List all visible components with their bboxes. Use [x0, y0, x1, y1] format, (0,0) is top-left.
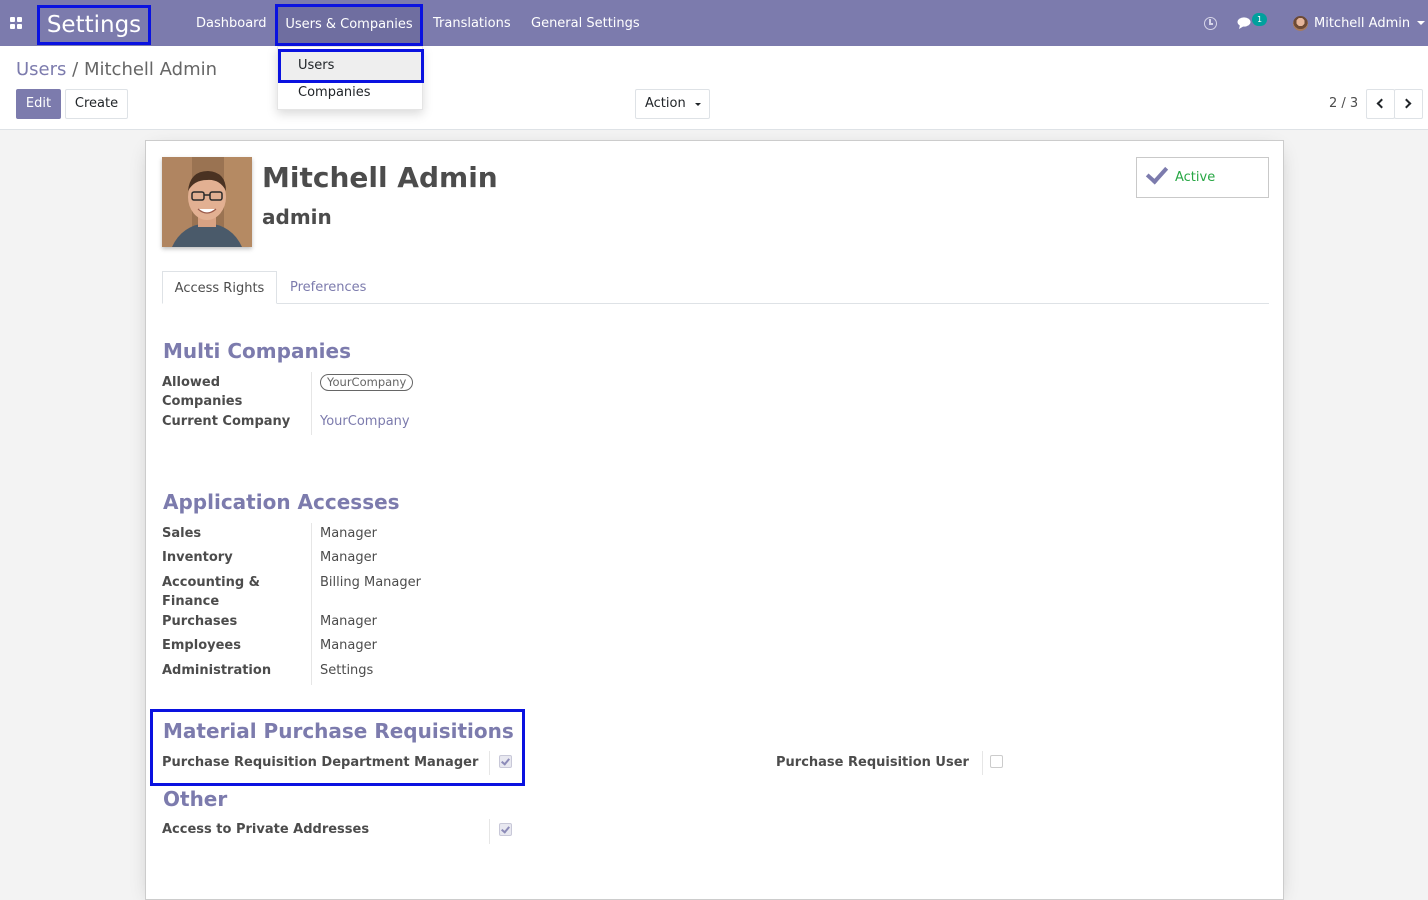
menu-general-settings[interactable]: General Settings [531, 0, 640, 46]
purchases-value[interactable]: Manager [320, 614, 377, 629]
chat-count-badge: 1 [1252, 13, 1267, 26]
activity-clock-icon[interactable] [1204, 17, 1217, 30]
user-login: admin [262, 205, 332, 229]
user-name-heading: Mitchell Admin [262, 161, 498, 194]
employees-label: Employees [162, 638, 241, 653]
top-navbar: Settings Dashboard Users & Companies Tra… [0, 0, 1428, 46]
dropdown-item-companies[interactable]: Companies [298, 85, 371, 100]
tab-preferences[interactable]: Preferences [290, 271, 366, 304]
application-accesses-title: Application Accesses [163, 490, 400, 514]
other-title: Other [163, 787, 228, 811]
form-sheet: Mitchell Admin admin Active Access Right… [145, 140, 1284, 900]
user-avatar[interactable] [1293, 16, 1308, 31]
breadcrumb: Users / Mitchell Admin [16, 59, 217, 80]
administration-value[interactable]: Settings [320, 663, 373, 678]
private-addresses-label: Access to Private Addresses [162, 822, 370, 837]
accounting-value[interactable]: Billing Manager [320, 575, 421, 590]
field-divider [489, 819, 490, 844]
accounting-label: Accounting & Finance [162, 575, 261, 609]
create-button[interactable]: Create [65, 89, 128, 119]
inventory-label: Inventory [162, 550, 233, 565]
user-photo[interactable] [162, 157, 252, 247]
chevron-left-icon [1376, 98, 1387, 109]
tab-access-rights[interactable]: Access Rights [162, 271, 277, 304]
dropdown-item-users[interactable]: Users [278, 49, 424, 83]
highlight-annotation-box [150, 709, 525, 786]
apps-grid-icon[interactable] [10, 17, 22, 29]
user-menu-name[interactable]: Mitchell Admin [1314, 0, 1410, 48]
control-panel: Users / Mitchell Admin Edit Create Actio… [0, 46, 1428, 130]
active-toggle-button[interactable]: Active [1136, 157, 1269, 198]
sales-label: Sales [162, 526, 202, 541]
chevron-right-icon [1401, 98, 1412, 109]
field-divider [311, 372, 312, 435]
allowed-companies-label: Allowed Companies [162, 375, 243, 409]
requisition-user-label: Purchase Requisition User [776, 755, 969, 770]
sales-value[interactable]: Manager [320, 526, 377, 541]
breadcrumb-users-link[interactable]: Users [16, 59, 66, 80]
current-company-link[interactable]: YourCompany [320, 414, 410, 429]
allowed-company-tag[interactable]: YourCompany [320, 374, 414, 391]
administration-label: Administration [162, 663, 272, 678]
employees-value[interactable]: Manager [320, 638, 377, 653]
caret-down-icon [695, 103, 701, 106]
users-companies-dropdown: Users Companies [277, 46, 424, 110]
pager-next-button[interactable] [1394, 89, 1423, 119]
pager-previous-button[interactable] [1366, 89, 1395, 119]
multi-companies-title: Multi Companies [163, 339, 352, 363]
chat-icon[interactable] [1237, 17, 1253, 29]
breadcrumb-separator: / [72, 59, 79, 80]
field-divider [311, 523, 312, 685]
requisition-user-checkbox[interactable] [990, 755, 1003, 768]
check-icon [1145, 161, 1169, 185]
field-divider [982, 751, 983, 775]
pager-value[interactable]: 2 / 3 [1329, 96, 1358, 111]
app-title[interactable]: Settings [37, 5, 151, 45]
private-addresses-checkbox[interactable] [499, 823, 512, 836]
edit-button[interactable]: Edit [16, 89, 61, 119]
current-company-label: Current Company [162, 414, 291, 429]
inventory-value[interactable]: Manager [320, 550, 377, 565]
purchases-label: Purchases [162, 614, 238, 629]
menu-translations[interactable]: Translations [433, 0, 511, 46]
active-label: Active [1175, 170, 1216, 185]
action-dropdown-button[interactable]: Action [635, 89, 710, 119]
chevron-down-icon[interactable] [1417, 21, 1425, 25]
action-label: Action [645, 96, 686, 111]
breadcrumb-current: Mitchell Admin [83, 59, 218, 80]
menu-users-companies[interactable]: Users & Companies [275, 4, 423, 46]
menu-dashboard[interactable]: Dashboard [196, 0, 267, 46]
